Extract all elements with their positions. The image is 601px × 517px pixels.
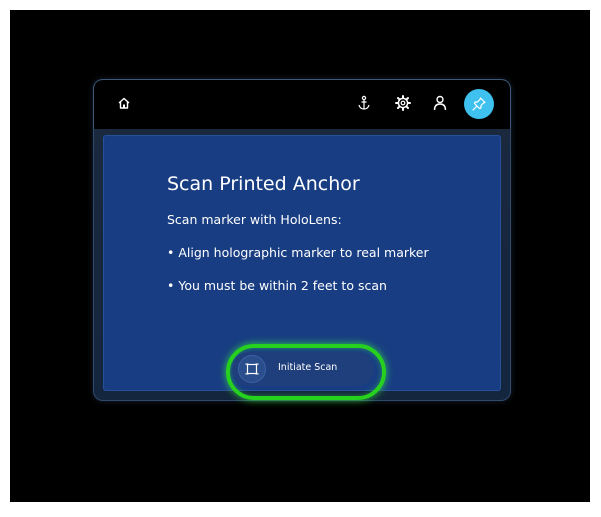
instruction-item: • Align holographic marker to real marke… — [167, 245, 429, 260]
home-icon[interactable] — [117, 96, 131, 110]
gear-icon[interactable] — [395, 95, 411, 111]
mixed-reality-view: Scan Printed Anchor Scan marker with Hol… — [10, 10, 590, 502]
anchor-icon[interactable] — [357, 95, 371, 111]
person-icon[interactable] — [433, 95, 447, 111]
panel-toolbar — [93, 79, 511, 129]
instruction-item: • You must be within 2 feet to scan — [167, 278, 387, 293]
scan-frame-icon — [245, 363, 259, 375]
card-subtitle: Scan marker with HoloLens: — [167, 212, 342, 227]
pin-button[interactable] — [464, 89, 494, 119]
initiate-scan-button[interactable]: Initiate Scan — [232, 352, 374, 386]
scan-icon-circle — [238, 355, 266, 383]
pin-icon — [472, 97, 486, 111]
initiate-scan-label: Initiate Scan — [278, 362, 338, 373]
card-title: Scan Printed Anchor — [167, 173, 360, 195]
